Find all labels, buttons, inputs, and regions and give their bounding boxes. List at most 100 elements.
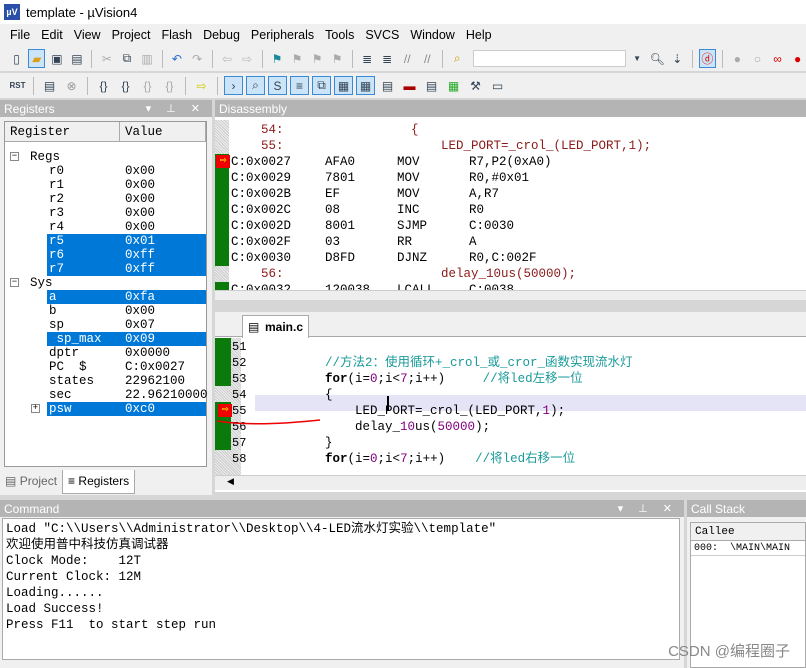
command-window-icon[interactable]: › [224, 76, 243, 95]
breakpoint-disable-all-icon[interactable]: ∞ [769, 49, 786, 68]
menu-peripherals[interactable]: Peripherals [251, 28, 314, 42]
register-row[interactable]: sec 22.96210000 [5, 388, 208, 402]
menu-edit[interactable]: Edit [41, 28, 63, 42]
register-row[interactable]: r2 0x00 [5, 192, 206, 206]
menu-flash[interactable]: Flash [161, 28, 192, 42]
debug-session-icon[interactable]: ⓓ [698, 49, 716, 68]
menu-window[interactable]: Window [410, 28, 454, 42]
step-into-icon[interactable]: {} [94, 76, 113, 95]
watch-window-icon[interactable]: ▦ [334, 76, 353, 95]
cut-icon[interactable]: ✂ [98, 49, 115, 68]
uncomment-icon[interactable]: // [419, 49, 436, 68]
step-out-icon[interactable]: {} [138, 76, 157, 95]
serial-window-icon[interactable]: ▤ [378, 76, 397, 95]
register-value[interactable]: 22.96210000 [125, 388, 208, 402]
menu-svcs[interactable]: SVCS [365, 28, 399, 42]
save-all-icon[interactable]: ▤ [68, 49, 85, 68]
code-line[interactable]: for(i=0;i<7;i++) //将led右移一位 [325, 451, 575, 467]
collapse-icon[interactable]: − [10, 152, 19, 161]
undo-icon[interactable]: ↶ [168, 49, 185, 68]
paste-icon[interactable]: ▥ [138, 49, 155, 68]
breakpoint-enable-icon[interactable]: ○ [749, 49, 766, 68]
register-row[interactable]: states 22962100 [5, 374, 206, 388]
register-value[interactable]: 0x00 [125, 304, 155, 318]
callee-column-header[interactable]: Callee [691, 523, 805, 541]
code-line[interactable]: //方法2：使用循环+_crol_或_cror_函数实现流水灯 [325, 355, 633, 371]
find-icon[interactable]: 🔍︎ [649, 49, 666, 68]
new-file-icon[interactable]: ▯ [8, 49, 25, 68]
code-line[interactable]: LED_PORT=_crol_(LED_PORT,1); [325, 403, 565, 419]
register-value[interactable]: 0x00 [125, 220, 155, 234]
editor-hscrollbar[interactable]: ◀ [215, 475, 806, 490]
register-row[interactable]: + psw 0xc0 [5, 402, 206, 416]
collapse-icon[interactable]: − [10, 278, 19, 287]
register-row[interactable]: PC $ C:0x0027 [5, 360, 206, 374]
disassembly-instruction[interactable]: C:0x0027 AFA0 MOV R7,P2(0xA0) [231, 154, 552, 170]
register-value[interactable]: 0xff [125, 248, 155, 262]
register-row[interactable]: r1 0x00 [5, 178, 206, 192]
code-line[interactable]: } [325, 435, 333, 451]
register-row[interactable]: r4 0x00 [5, 220, 206, 234]
disassembly-instruction[interactable]: C:0x002B EF MOV A,R7 [231, 186, 499, 202]
disassembly-hscrollbar[interactable] [215, 290, 806, 300]
panel-controls[interactable]: ▾ ⊥ ✕ [618, 502, 678, 515]
disassembly-instruction[interactable]: C:0x0032 120038 LCALL C:0038 [231, 282, 514, 290]
stop-icon[interactable]: ⊗ [62, 76, 81, 95]
save-icon[interactable]: ▣ [48, 49, 65, 68]
comment-icon[interactable]: // [399, 49, 416, 68]
bookmark-icon[interactable]: ⚑ [268, 49, 285, 68]
memory-window-icon[interactable]: ▦ [356, 76, 375, 95]
trace-window-icon[interactable]: ▤ [422, 76, 441, 95]
expand-icon[interactable]: + [31, 404, 40, 413]
register-group[interactable]: − Regs [5, 150, 206, 164]
disassembly-instruction[interactable]: C:0x0029 7801 MOV R0,#0x01 [231, 170, 529, 186]
clear-bookmarks-icon[interactable]: ⚑ [329, 49, 346, 68]
menu-tools[interactable]: Tools [325, 28, 354, 42]
register-row[interactable]: sp_max 0x09 [5, 332, 206, 346]
tab-main-c[interactable]: ▤ main.c [242, 315, 309, 338]
code-line[interactable]: for(i=0;i<7;i++) //将led左移一位 [325, 371, 583, 387]
register-row[interactable]: r7 0xff [5, 262, 206, 276]
disassembly-instruction[interactable]: C:0x002F 03 RR A [231, 234, 477, 250]
register-row[interactable]: a 0xfa [5, 290, 206, 304]
find-combo[interactable] [472, 50, 626, 67]
register-row[interactable]: r3 0x00 [5, 206, 206, 220]
find-in-files-icon[interactable]: ⌕ [449, 49, 466, 68]
symbols-window-icon[interactable]: S [268, 76, 287, 95]
open-folder-icon[interactable]: ▰ [28, 49, 46, 68]
show-next-statement-icon[interactable]: ⇨ [192, 76, 211, 95]
register-row[interactable]: sp 0x07 [5, 318, 206, 332]
disassembly-source-line[interactable]: 56: delay_10us(50000); [231, 266, 576, 282]
prev-bookmark-icon[interactable]: ⚑ [289, 49, 306, 68]
register-value[interactable]: C:0x0027 [125, 360, 185, 374]
registers-window-icon[interactable]: ≡ [290, 76, 309, 95]
system-viewer-icon[interactable]: ▦ [444, 76, 463, 95]
disassembly-instruction[interactable]: C:0x002D 8001 SJMP C:0030 [231, 218, 514, 234]
redo-icon[interactable]: ↷ [188, 49, 205, 68]
combo-dropdown-icon[interactable]: ▼ [629, 49, 646, 68]
register-value[interactable]: 0x00 [125, 192, 155, 206]
panel-controls[interactable]: ▾ ⊥ ✕ [146, 102, 206, 115]
scroll-left-icon[interactable]: ◀ [227, 476, 234, 487]
forward-icon[interactable]: ⇨ [239, 49, 256, 68]
tab-project[interactable]: ▤ Project [0, 470, 62, 494]
register-value[interactable]: 0x00 [125, 178, 155, 192]
code-line[interactable]: { [325, 387, 333, 403]
window-layout-icon[interactable]: ▭ [488, 76, 507, 95]
unindent-icon[interactable]: ≣ [379, 49, 396, 68]
back-icon[interactable]: ⇦ [218, 49, 235, 68]
menu-help[interactable]: Help [466, 28, 492, 42]
next-bookmark-icon[interactable]: ⚑ [309, 49, 326, 68]
register-value[interactable]: 0x07 [125, 318, 155, 332]
call-stack-window-icon[interactable]: ⧉ [312, 76, 331, 95]
register-value[interactable]: 0x00 [125, 164, 155, 178]
menu-file[interactable]: File [10, 28, 30, 42]
copy-icon[interactable]: ⧉ [118, 49, 135, 68]
run-to-cursor-icon[interactable]: {} [160, 76, 179, 95]
analysis-window-icon[interactable]: ▬ [400, 76, 419, 95]
register-row[interactable]: r5 0x01 [5, 234, 206, 248]
disassembly-window-icon[interactable]: ⌕ [246, 76, 265, 95]
run-icon[interactable]: ▤ [40, 76, 59, 95]
register-value[interactable]: 0x01 [125, 234, 155, 248]
register-row[interactable]: r6 0xff [5, 248, 206, 262]
